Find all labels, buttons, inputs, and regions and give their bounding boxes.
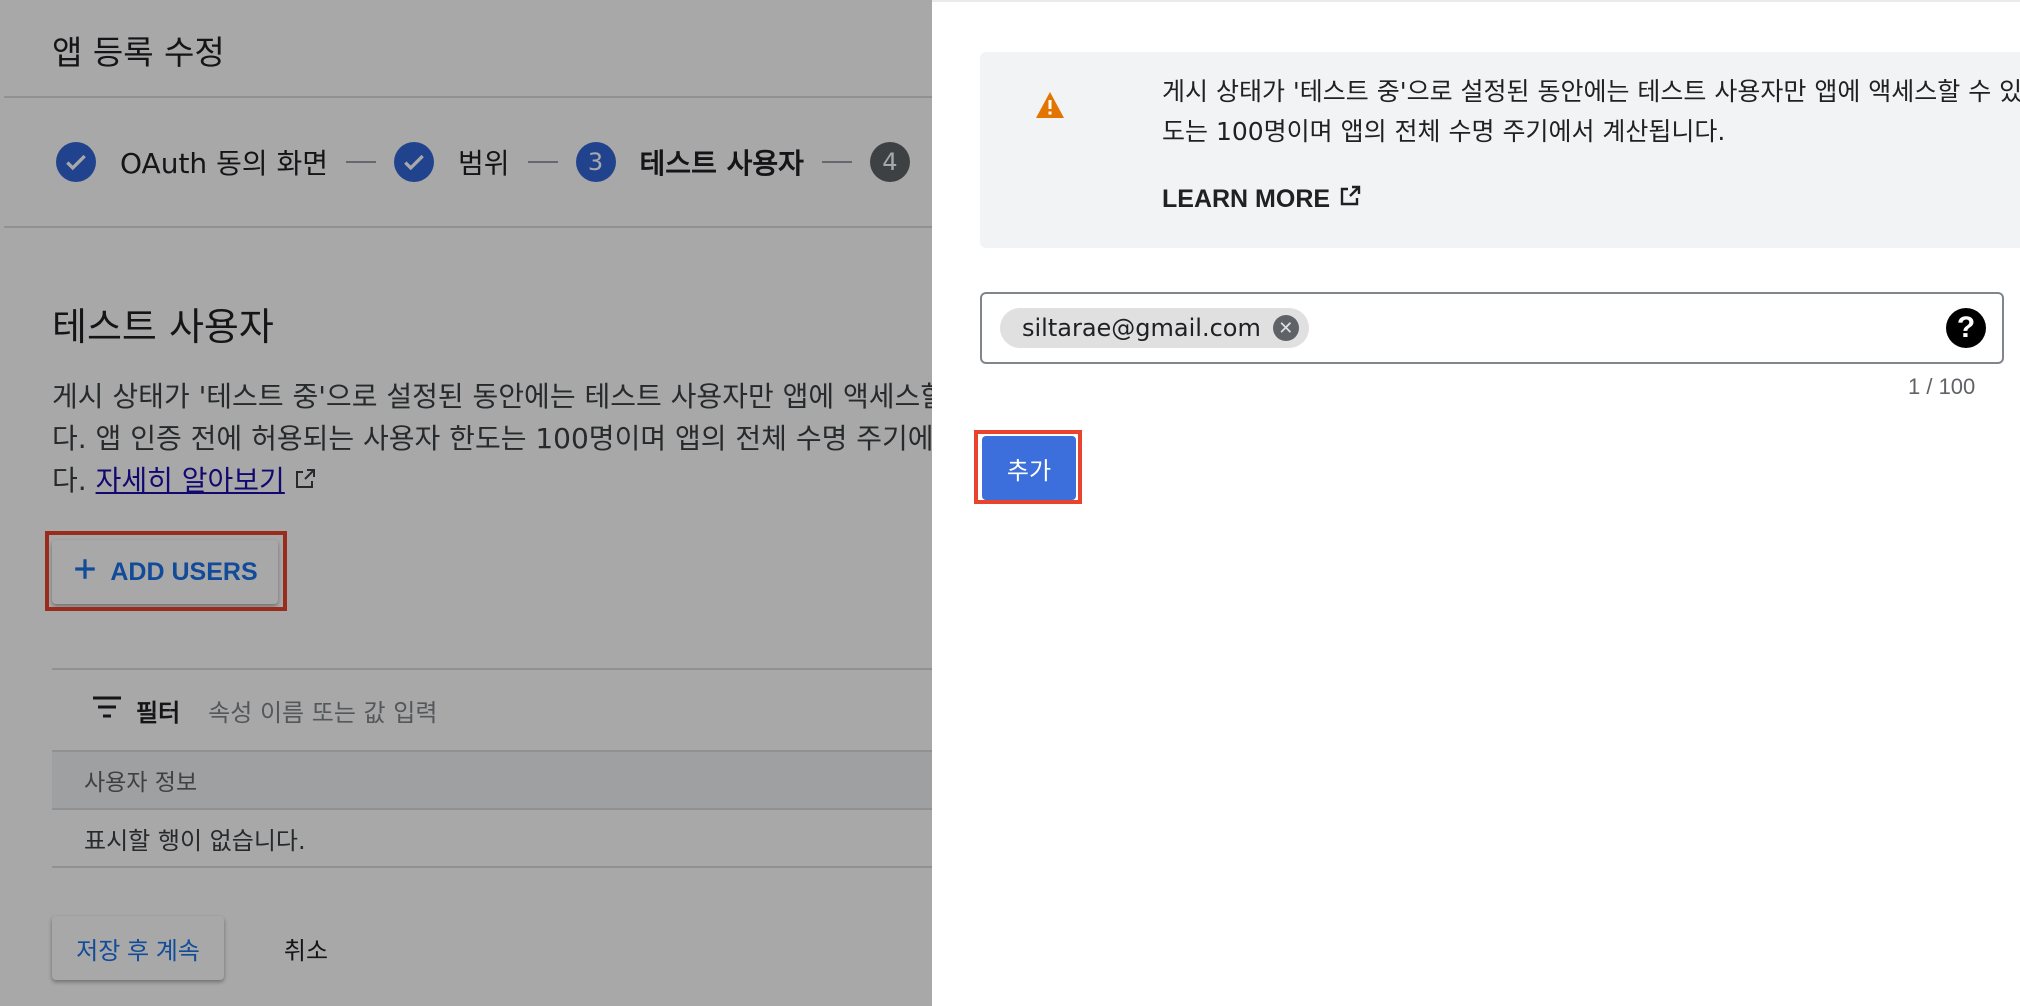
notice-text: 게시 상태가 '테스트 중'으로 설정된 동안에는 테스트 사용자만 앱에 액세… (1162, 72, 2020, 152)
warning-icon (1034, 90, 1066, 124)
learn-more-label: LEARN MORE (1162, 185, 1331, 213)
learn-more-link[interactable]: LEARN MORE (1162, 184, 1362, 215)
help-icon[interactable]: ? (1946, 308, 1986, 348)
email-chip-input[interactable]: siltarae@gmail.com ✕ ? (980, 292, 2004, 364)
notice-line: 도는 100명이며 앱의 전체 수명 주기에서 계산됩니다. (1162, 117, 1726, 146)
email-counter: 1 / 100 (1908, 374, 1976, 399)
email-chip: siltarae@gmail.com ✕ (1000, 308, 1309, 348)
clear-chip-icon[interactable]: ✕ (1272, 315, 1299, 341)
external-link-icon (1338, 184, 1362, 215)
notice-banner: 게시 상태가 '테스트 중'으로 설정된 동안에는 테스트 사용자만 앱에 액세… (980, 52, 2020, 248)
notice-line: 게시 상태가 '테스트 중'으로 설정된 동안에는 테스트 사용자만 앱에 액세… (1162, 77, 2020, 106)
highlight-add-button (974, 430, 1082, 504)
chip-email: siltarae@gmail.com (1022, 314, 1261, 342)
modal-scrim[interactable] (0, 0, 932, 1006)
add-users-panel: 게시 상태가 '테스트 중'으로 설정된 동안에는 테스트 사용자만 앱에 액세… (932, 0, 2020, 1006)
